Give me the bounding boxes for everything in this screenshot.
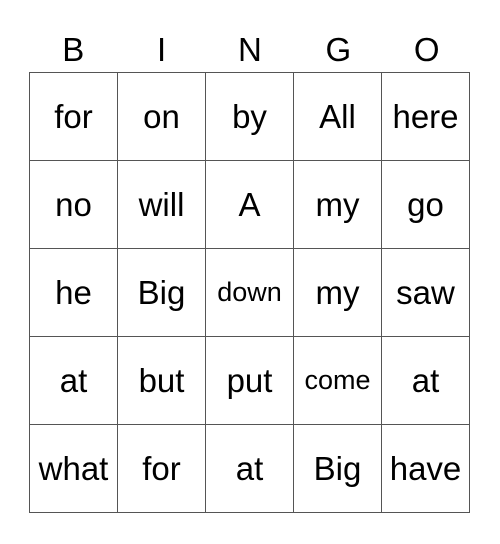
grid-row: what for at Big have (29, 424, 470, 513)
bingo-cell: my (293, 160, 382, 249)
bingo-cell: at (29, 336, 118, 425)
bingo-cell: All (293, 72, 382, 161)
bingo-cell: will (117, 160, 206, 249)
grid-row: at but put come at (29, 336, 470, 425)
bingo-cell: what (29, 424, 118, 513)
bingo-cell: come (293, 336, 382, 425)
bingo-cell: by (205, 72, 294, 161)
bingo-cell: at (205, 424, 294, 513)
bingo-cell: but (117, 336, 206, 425)
bingo-cell: he (29, 248, 118, 337)
bingo-cell: on (117, 72, 206, 161)
grid-row: no will Amy go (29, 160, 470, 249)
grid-row: for on by All here (29, 72, 470, 161)
bingo-cell: have (381, 424, 470, 513)
header-letter: I (157, 31, 167, 68)
header-letter: B (62, 31, 85, 68)
bingo-cell: A (205, 160, 294, 249)
bingo-cell: no (29, 160, 118, 249)
header-letter: G (325, 31, 352, 68)
bingo-grid: for on by All here no will Amy go he Big down my saw a… (29, 72, 470, 513)
bingo-cell: Big (117, 248, 206, 337)
bingo-cell: for (117, 424, 206, 513)
bingo-header: B I N G O (29, 28, 471, 72)
bingo-cell: saw (381, 248, 470, 337)
grid-row: he Big down my saw (29, 248, 470, 337)
header-letter: O (413, 31, 440, 68)
bingo-cell: here (381, 72, 470, 161)
bingo-cell: down (205, 248, 294, 337)
bingo-cell: at (381, 336, 470, 425)
header-letter: N (238, 31, 262, 68)
bingo-cell: put (205, 336, 294, 425)
bingo-cell: go (381, 160, 470, 249)
bingo-cell: for (29, 72, 118, 161)
bingo-cell: my (293, 248, 382, 337)
bingo-cell: Big (293, 424, 382, 513)
